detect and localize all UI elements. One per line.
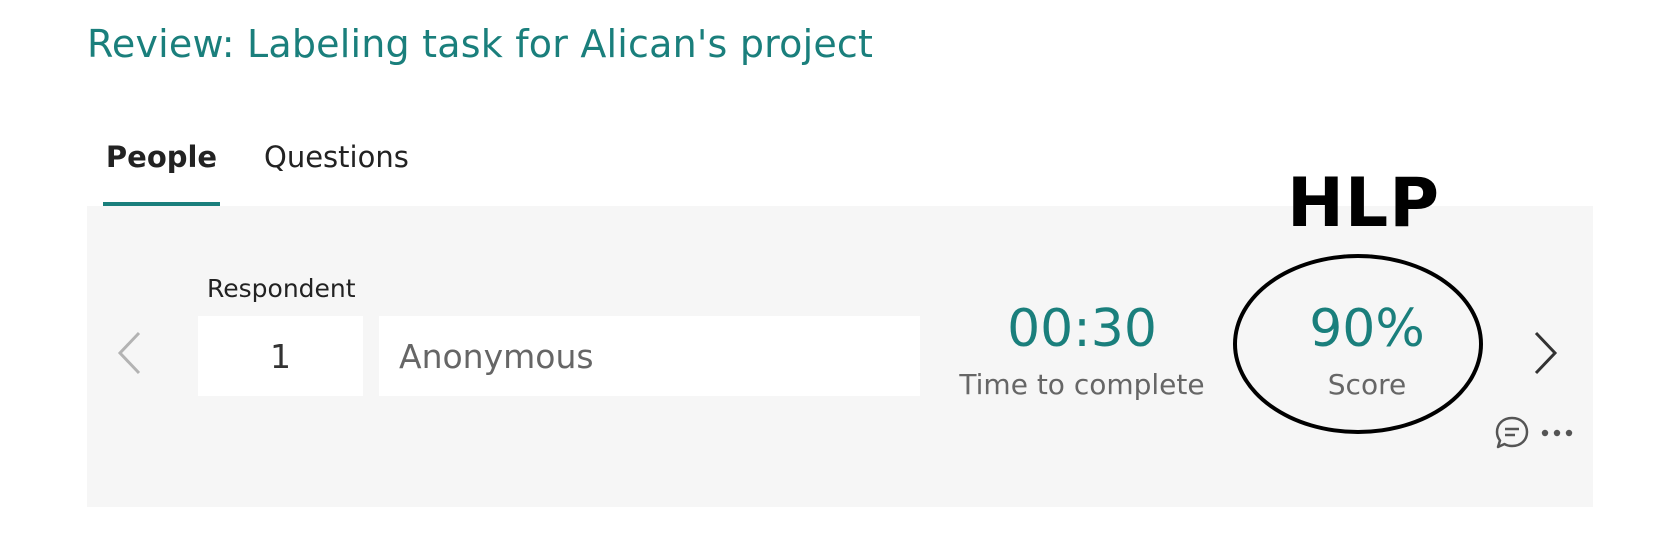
- comment-button[interactable]: [1493, 414, 1531, 456]
- tab-people[interactable]: People: [103, 140, 220, 206]
- respondent-number-field[interactable]: 1: [198, 316, 363, 396]
- review-page: Review: Labeling task for Alican's proje…: [0, 0, 1666, 551]
- time-to-complete-stat: 00:30 Time to complete: [957, 296, 1207, 401]
- time-value: 00:30: [1007, 299, 1157, 359]
- page-title: Review: Labeling task for Alican's proje…: [87, 22, 874, 66]
- respondent-label: Respondent: [207, 274, 356, 303]
- tab-questions[interactable]: Questions: [264, 140, 409, 174]
- chevron-right-icon: [1534, 331, 1558, 375]
- time-label: Time to complete: [959, 368, 1205, 401]
- hlp-annotation: HLP: [1287, 164, 1441, 243]
- previous-respondent-button[interactable]: [115, 330, 143, 380]
- chevron-left-icon: [117, 331, 141, 375]
- comment-icon: [1495, 416, 1529, 449]
- tab-questions-label: Questions: [264, 140, 409, 174]
- respondent-name-field[interactable]: Anonymous: [379, 316, 920, 396]
- respondent-name-value: Anonymous: [399, 336, 594, 376]
- score-annotation-circle: [1233, 254, 1483, 434]
- tab-bar: People Questions: [103, 140, 603, 206]
- more-options-button[interactable]: [1540, 421, 1574, 449]
- more-icon: [1541, 429, 1573, 437]
- tab-people-label: People: [105, 140, 218, 174]
- next-respondent-button[interactable]: [1532, 330, 1560, 380]
- respondent-number-value: 1: [270, 336, 291, 376]
